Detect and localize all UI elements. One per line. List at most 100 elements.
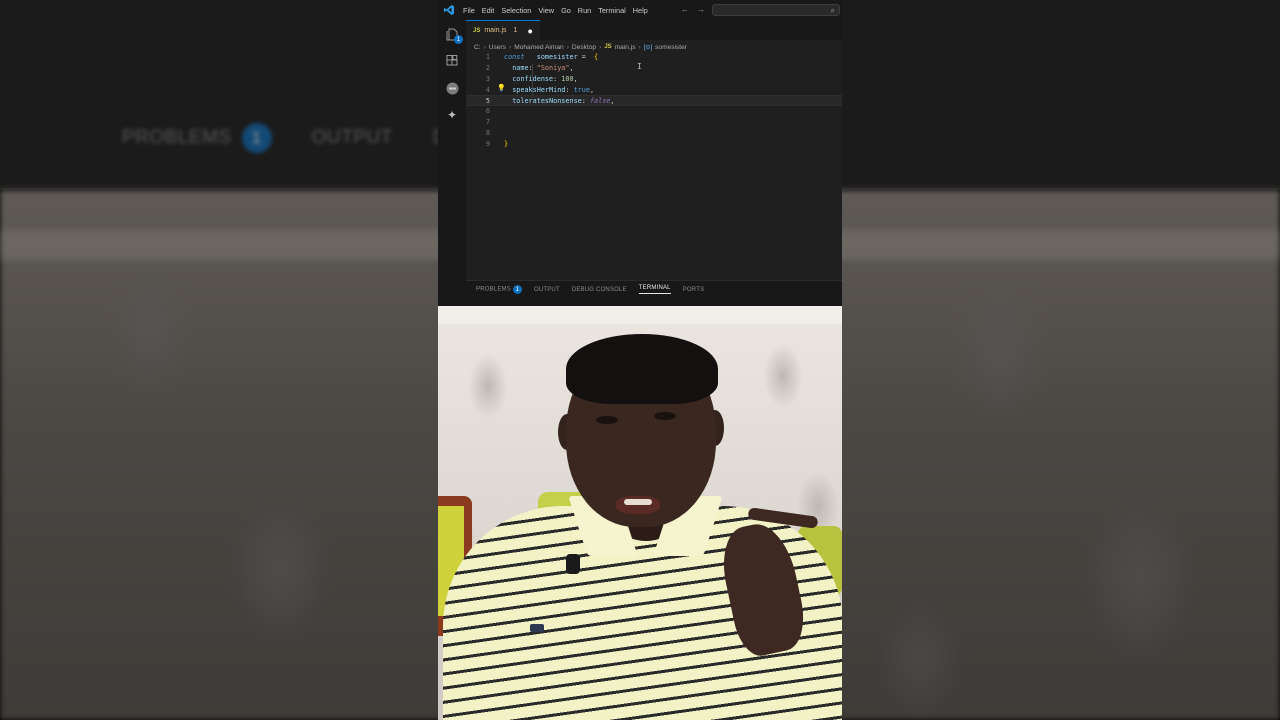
boolean-token: false: [589, 96, 611, 105]
webcam-video: [438, 306, 842, 720]
chevron-right-icon: ›: [483, 43, 486, 51]
activity-bar: 1 ✦: [438, 20, 466, 306]
shirt-logo: [530, 624, 544, 632]
explorer-badge: 1: [454, 35, 463, 44]
video-column: File Edit Selection View Go Run Terminal…: [438, 0, 842, 720]
identifier-token: somesister: [536, 53, 578, 62]
unsaved-dot-icon[interactable]: ●: [527, 26, 532, 36]
menu-file[interactable]: File: [463, 6, 475, 15]
panel-tab-problems[interactable]: PROBLEMS 1: [476, 285, 522, 294]
lapel-mic-icon: [566, 554, 580, 574]
boolean-token: true: [573, 85, 590, 94]
brace-token: {: [594, 53, 599, 62]
chevron-right-icon: ›: [566, 43, 569, 51]
presenter: [438, 306, 842, 720]
background-tab-problems: PROBLEMS 1: [122, 123, 272, 153]
code-line-1[interactable]: 1 const somesister = {: [466, 52, 842, 63]
brace-token: }: [504, 139, 509, 148]
menu-edit[interactable]: Edit: [482, 6, 495, 15]
background-tab-label: OUTPUT: [311, 127, 393, 148]
panel-tab-output[interactable]: OUTPUT: [534, 287, 560, 293]
vscode-logo-icon: [444, 5, 454, 15]
accounts-icon[interactable]: [444, 80, 460, 96]
teeth: [624, 499, 652, 505]
copilot-icon[interactable]: ✦: [444, 107, 460, 123]
code-line-3[interactable]: 3 confidense: 100,: [466, 74, 842, 85]
symbol-variable-icon: [⊙]: [643, 44, 653, 51]
property-token: name: [512, 64, 529, 73]
background-tab-label: PROBLEMS: [122, 127, 232, 148]
string-token: "Soniya": [536, 64, 570, 73]
code-line-5[interactable]: 5 toleratesNonsense: false,: [466, 95, 842, 106]
code-line-6[interactable]: 6: [466, 106, 842, 117]
code-line-9[interactable]: 9 }: [466, 138, 842, 149]
extensions-icon[interactable]: [444, 53, 460, 69]
code-line-4[interactable]: 4 💡 speaksHerMind: true,: [466, 84, 842, 95]
breadcrumb-file[interactable]: main.js: [615, 44, 636, 51]
line-number: 3: [485, 74, 490, 83]
chevron-right-icon: ›: [638, 43, 641, 51]
breadcrumb-symbol[interactable]: somesister: [655, 44, 687, 51]
breadcrumb-drive[interactable]: C:: [474, 44, 481, 51]
line-number: 8: [485, 128, 490, 137]
breadcrumb-user[interactable]: Mohamed Aiman: [514, 44, 563, 51]
forward-arrow-icon[interactable]: →: [697, 5, 705, 14]
title-bar: File Edit Selection View Go Run Terminal…: [438, 0, 842, 20]
line-code: speaksHerMind: true,: [512, 85, 595, 94]
breadcrumb: C: › Users › Mohamed Aiman › Desktop › J…: [474, 42, 687, 52]
breadcrumb-users[interactable]: Users: [489, 44, 506, 51]
js-file-icon: JS: [604, 44, 612, 50]
text-cursor-icon: I: [637, 62, 642, 71]
problems-badge: 1: [512, 285, 522, 294]
menu-run[interactable]: Run: [578, 6, 591, 15]
line-number: 9: [485, 139, 490, 148]
vscode-window: File Edit Selection View Go Run Terminal…: [438, 0, 842, 307]
code-line-2[interactable]: 2 name: "Soniya",: [466, 63, 842, 74]
tab-problem-count: 1: [513, 27, 518, 34]
tab-label: main.js: [484, 27, 507, 34]
menu-selection[interactable]: Selection: [501, 6, 531, 15]
nav-arrows: ← →: [681, 5, 705, 14]
explorer-icon[interactable]: 1: [444, 26, 463, 44]
property-token: toleratesNonsense: [512, 96, 582, 105]
line-code: confidense: 100,: [512, 74, 578, 83]
line-code: toleratesNonsense: false,: [512, 96, 615, 105]
menu-help[interactable]: Help: [633, 6, 648, 15]
panel-tab-label: PROBLEMS: [476, 286, 511, 293]
breadcrumb-desktop[interactable]: Desktop: [572, 44, 596, 51]
number-token: 100: [561, 74, 574, 83]
panel-tab-terminal[interactable]: TERMINAL: [638, 285, 671, 294]
line-number: 6: [485, 107, 490, 116]
background-badge: 1: [241, 123, 272, 153]
eye-right: [654, 412, 676, 420]
eye-left: [596, 416, 618, 424]
menu-terminal[interactable]: Terminal: [598, 6, 626, 15]
chevron-right-icon: ›: [509, 43, 512, 51]
search-icon: ⌕: [830, 6, 835, 15]
line-code: const somesister = {: [504, 53, 598, 61]
hair: [566, 334, 718, 404]
background-tab-output: OUTPUT: [312, 127, 393, 149]
property-token: speaksHerMind: [512, 85, 566, 94]
tab-main-js[interactable]: JS main.js 1 ●: [466, 20, 540, 40]
keyword-token: const: [504, 53, 525, 62]
panel-tab-ports[interactable]: PORTS: [683, 287, 705, 293]
line-code: name: "Soniya",: [512, 64, 574, 73]
panel-tab-debug-console[interactable]: DEBUG CONSOLE: [572, 287, 627, 293]
line-number: 7: [485, 118, 490, 127]
code-line-8[interactable]: 8: [466, 128, 842, 139]
menu-go[interactable]: Go: [561, 6, 571, 15]
code-editor[interactable]: 1 const somesister = { 2 name: "Soniya",…: [466, 52, 842, 282]
command-center-search[interactable]: ⌕: [712, 4, 840, 16]
back-arrow-icon[interactable]: ←: [681, 5, 689, 14]
line-number: 2: [485, 64, 490, 73]
line-number: 1: [485, 53, 490, 62]
bottom-panel: PROBLEMS 1 OUTPUT DEBUG CONSOLE TERMINAL …: [466, 280, 842, 307]
code-line-7[interactable]: 7: [466, 117, 842, 128]
line-number: 5: [485, 96, 490, 105]
tab-bar: JS main.js 1 ●: [466, 20, 842, 40]
panel-tabs: PROBLEMS 1 OUTPUT DEBUG CONSOLE TERMINAL …: [476, 285, 704, 294]
chevron-right-icon: ›: [599, 43, 602, 51]
menu-view[interactable]: View: [538, 6, 554, 15]
js-file-icon: JS: [473, 27, 481, 34]
